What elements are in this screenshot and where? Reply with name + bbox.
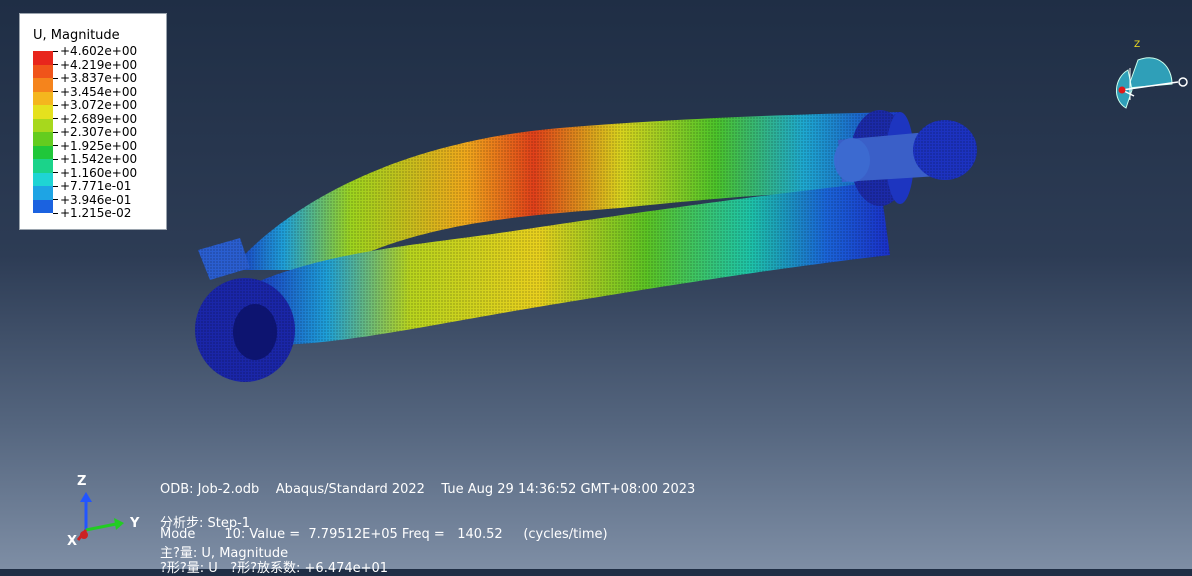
triad-x-label: X	[67, 534, 78, 549]
triad-y-label: Y	[130, 516, 140, 531]
viewport[interactable]: U, Magnitude +4.602e+00 +4.219e+00 +3.83…	[0, 0, 1192, 576]
legend-tick	[53, 172, 58, 173]
legend-swatch	[33, 145, 53, 159]
legend-swatch	[33, 199, 53, 213]
legend-tick	[53, 91, 58, 92]
legend-tick	[53, 132, 58, 133]
legend-tick	[53, 118, 58, 119]
legend-swatch	[33, 132, 53, 146]
legend-tick	[53, 199, 58, 200]
legend-swatch	[33, 64, 53, 78]
legend-swatch	[33, 172, 53, 186]
deformed-var-line: ?形?量: U ?形?放系数: +6.474e+01	[160, 561, 389, 576]
legend-tick	[53, 186, 58, 187]
mode-info-line: Mode 10: Value = 7.79512E+05 Freq = 140.…	[160, 527, 608, 542]
legend-swatch	[33, 159, 53, 173]
legend-swatch	[33, 186, 53, 200]
legend-label: +7.771e-01	[60, 179, 132, 193]
legend-swatch	[33, 105, 53, 119]
legend-label: +2.689e+00	[60, 111, 138, 126]
legend-tick	[53, 159, 58, 160]
legend-label: +3.837e+00	[60, 71, 138, 85]
legend-swatch	[33, 118, 53, 132]
legend-swatch	[33, 78, 53, 92]
legend-label: +4.219e+00	[60, 57, 138, 72]
legend-label: +3.946e-01	[60, 192, 132, 207]
legend-label: +1.542e+00	[60, 152, 138, 166]
legend-label: +3.072e+00	[60, 98, 138, 112]
legend-swatch	[33, 51, 53, 65]
legend-tick	[53, 78, 58, 79]
legend-tick	[53, 145, 58, 146]
view-compass-z-label: Z	[1134, 40, 1141, 50]
triad-z-label: Z	[77, 474, 87, 489]
legend-tick	[53, 213, 58, 214]
legend-tick	[53, 105, 58, 106]
legend-label: +1.925e+00	[60, 138, 138, 153]
odb-info-line: ODB: Job-2.odb Abaqus/Standard 2022 Tue …	[160, 482, 696, 497]
legend-swatch	[33, 91, 53, 105]
contour-legend: U, Magnitude +4.602e+00 +4.219e+00 +3.83…	[19, 13, 167, 230]
legend-label: +2.307e+00	[60, 125, 138, 139]
legend-label: +1.160e+00	[60, 165, 138, 180]
legend-label: +1.215e-02	[60, 206, 132, 220]
legend-tick	[53, 64, 58, 65]
legend-label: +4.602e+00	[60, 44, 138, 58]
legend-label: +3.454e+00	[60, 84, 138, 99]
legend-title: U, Magnitude	[33, 28, 120, 43]
legend-tick	[53, 51, 58, 52]
